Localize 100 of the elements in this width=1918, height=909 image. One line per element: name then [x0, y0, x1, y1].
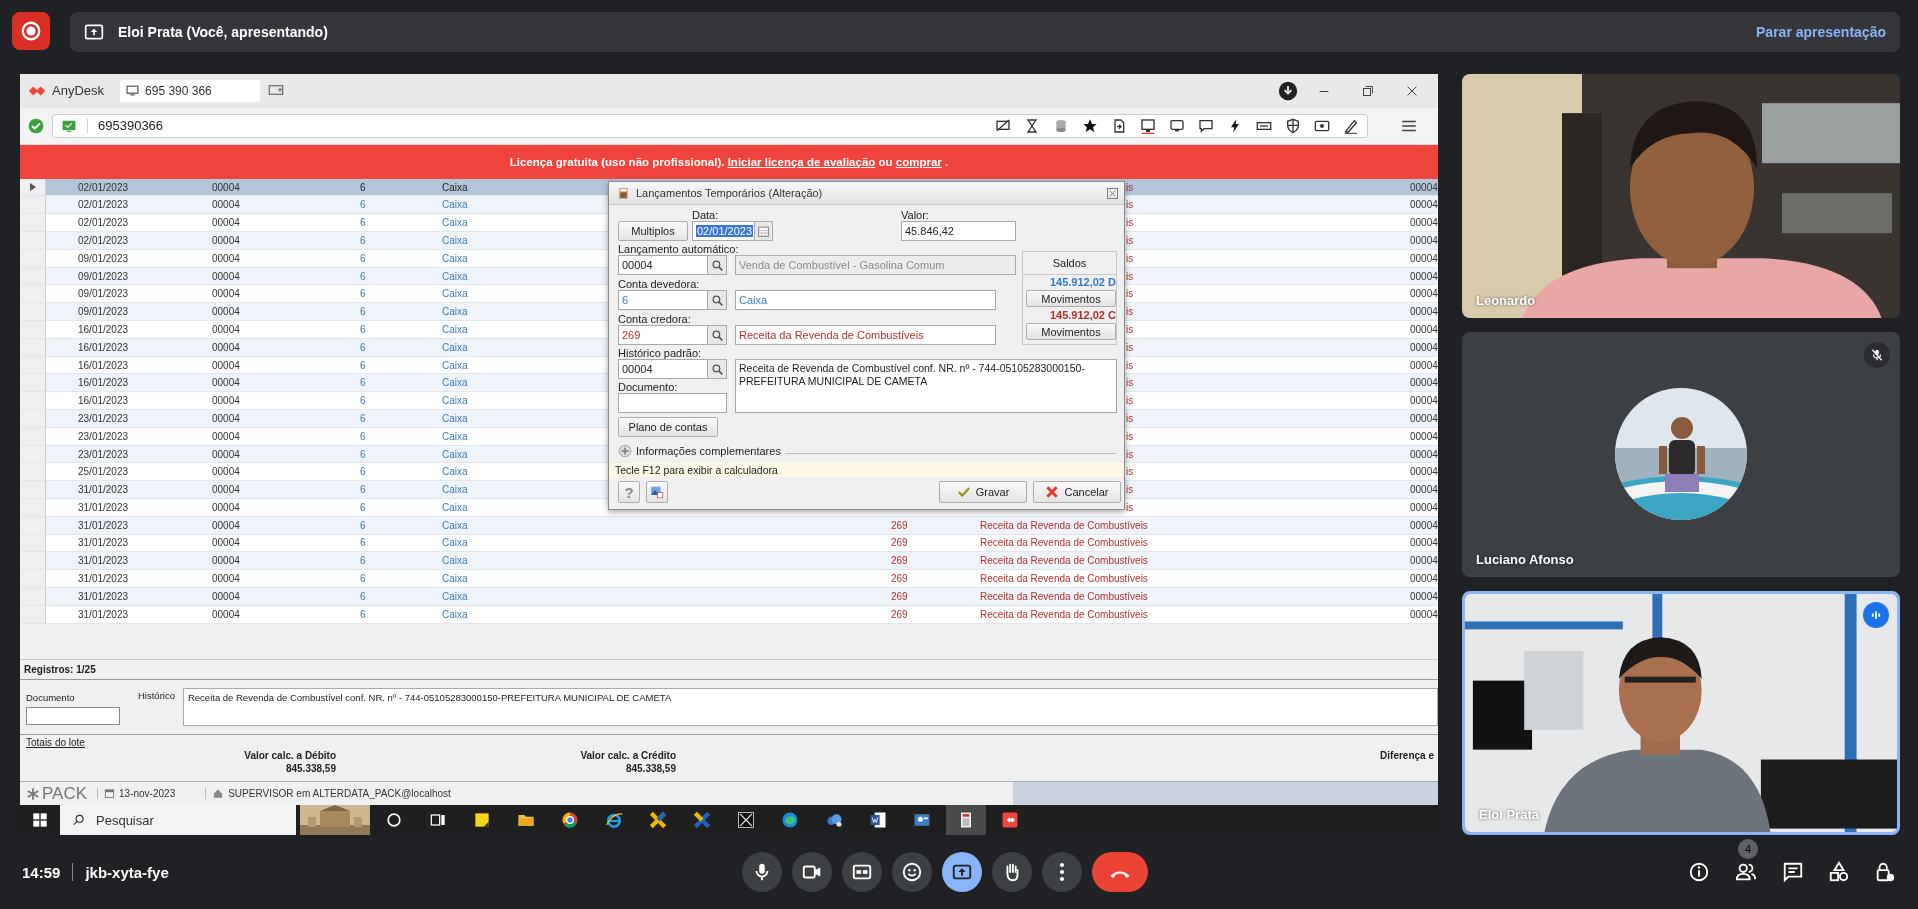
- field-label: Conta devedora:: [618, 278, 701, 290]
- table-cell-text: 09/01/2023: [77, 270, 129, 282]
- table-cell-text: 16/01/2023: [77, 323, 129, 335]
- table-cell: is: [1126, 359, 1134, 371]
- table-cell: is: [1126, 448, 1134, 460]
- table-cell-text: 6: [359, 288, 366, 300]
- table-cell-text: 00004: [1410, 359, 1439, 371]
- table-cell-text: Caixa: [441, 590, 468, 602]
- table-cell-text: 6: [359, 199, 366, 211]
- table-cell-text: 31/01/2023: [77, 590, 129, 602]
- table-cell: is: [1126, 181, 1134, 193]
- table-cell-text: Receita da Revenda de Combustíveis: [979, 519, 1148, 531]
- table-cell: is: [1126, 252, 1134, 264]
- table-cell-text: 00004: [211, 590, 240, 602]
- table-cell-text: Caixa: [441, 484, 468, 496]
- table-cell: is: [1126, 270, 1134, 282]
- table-cell-text: 02/01/2023: [77, 234, 129, 246]
- table-cell-text: 00004: [1410, 270, 1439, 282]
- table-cell-text: 16/01/2023: [77, 359, 129, 371]
- dialog-title: Lançamentos Temporários (Alteração): [636, 187, 824, 199]
- table-cell-text: 25/01/2023: [77, 466, 129, 478]
- table-cell-text: Caixa: [441, 395, 468, 407]
- table-cell-text: 00004: [211, 234, 240, 246]
- table-cell: is: [1126, 484, 1134, 496]
- table-cell-text: 6: [359, 448, 366, 460]
- table-cell-text: Caixa: [441, 270, 468, 282]
- table-cell-text: 00004: [1410, 590, 1439, 602]
- balance-value: 145.912,02 C: [1048, 309, 1116, 321]
- table-cell-text: Caixa: [441, 306, 468, 318]
- table-cell-text: Caixa: [441, 234, 468, 246]
- table-cell-text: Caixa: [441, 199, 468, 211]
- table-cell-text: 6: [359, 412, 366, 424]
- table-cell-text: Caixa: [441, 359, 468, 371]
- table-cell-text: 09/01/2023: [77, 306, 129, 318]
- table-cell-text: 6: [359, 181, 366, 193]
- table-cell-text: 6: [359, 608, 366, 620]
- participant-name: Luciano Afonso: [1476, 551, 1574, 567]
- table-cell-text: 00004: [1410, 519, 1439, 531]
- table-cell-text: Caixa: [441, 181, 468, 193]
- table-cell-text: 23/01/2023: [77, 430, 129, 442]
- table-cell-text: 00004: [1410, 501, 1439, 513]
- table-cell-text: 00004: [211, 323, 240, 335]
- table-cell-text: 269: [890, 537, 908, 549]
- table-cell-text: 09/01/2023: [77, 288, 129, 300]
- table-cell-text: 6: [359, 217, 366, 229]
- table-cell: is: [1126, 377, 1134, 389]
- total-value: 845.338,59: [625, 763, 676, 775]
- balances-header: Saldos: [1022, 251, 1117, 275]
- app-name: AnyDesk: [52, 83, 105, 99]
- table-cell-text: 02/01/2023: [77, 217, 129, 229]
- table-cell-text: 00004: [211, 484, 240, 496]
- table-cell-text: 269: [890, 555, 908, 567]
- table-cell-text: 00004: [211, 573, 240, 585]
- table-cell-text: 6: [359, 252, 366, 264]
- record-count: Registros: 1/25: [24, 664, 96, 676]
- status-date: 13-nov-2023: [119, 788, 176, 800]
- table-cell-text: Caixa: [441, 608, 468, 620]
- table-cell: is: [1126, 306, 1134, 318]
- table-cell-text: 00004: [1410, 181, 1439, 193]
- table-cell-text: 00004: [211, 412, 240, 424]
- table-cell-text: 00004: [1410, 537, 1439, 549]
- meeting-code: jkb-xyta-fye: [85, 863, 169, 881]
- total-label: Diferença e: [1380, 750, 1434, 762]
- table-cell-text: 31/01/2023: [77, 555, 129, 567]
- table-cell: is: [1126, 217, 1134, 229]
- table-cell-text: 6: [359, 270, 366, 282]
- table-cell-text: 00004: [211, 430, 240, 442]
- table-cell-text: Caixa: [441, 448, 468, 460]
- table-cell-text: 00004: [1410, 555, 1439, 567]
- table-cell-text: Caixa: [441, 252, 468, 264]
- table-cell-text: 09/01/2023: [77, 252, 129, 264]
- table-cell-text: 00004: [211, 537, 240, 549]
- table-cell-text: 16/01/2023: [77, 377, 129, 389]
- table-cell-text: 269: [890, 608, 908, 620]
- table-cell-text: 00004: [1410, 395, 1439, 407]
- table-cell: is: [1126, 501, 1134, 513]
- table-cell-text: 6: [359, 590, 366, 602]
- table-cell-text: 00004: [211, 341, 240, 353]
- table-cell-text: 23/01/2023: [77, 448, 129, 460]
- balance-value: 145.912,02 D: [1048, 276, 1116, 288]
- table-cell: is: [1126, 395, 1134, 407]
- field-label: Valor:: [901, 209, 930, 221]
- table-cell-text: 6: [359, 323, 366, 335]
- table-cell-text: 00004: [1410, 341, 1439, 353]
- table-cell-text: 6: [359, 537, 366, 549]
- table-cell: is: [1126, 199, 1134, 211]
- table-cell-text: 00004: [1410, 608, 1439, 620]
- table-cell-text: 00004: [1410, 430, 1439, 442]
- table-cell-text: 23/01/2023: [77, 412, 129, 424]
- table-cell-text: Caixa: [441, 412, 468, 424]
- table-cell-text: Caixa: [441, 519, 468, 531]
- table-cell-text: 00004: [1410, 466, 1439, 478]
- table-cell-text: 6: [359, 359, 366, 371]
- table-cell-text: Caixa: [441, 217, 468, 229]
- group-title: Totais do lote: [26, 737, 85, 749]
- table-cell-text: 00004: [1410, 448, 1439, 460]
- table-cell-text: 31/01/2023: [77, 501, 129, 513]
- table-cell-text: Receita da Revenda de Combustíveis: [979, 573, 1148, 585]
- table-cell-text: 00004: [1410, 412, 1439, 424]
- table-cell-text: 00004: [1410, 306, 1439, 318]
